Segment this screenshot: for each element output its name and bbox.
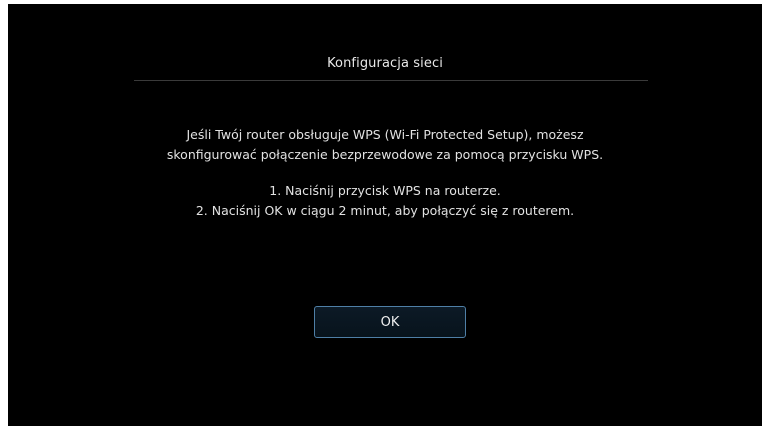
description-line-1: Jeśli Twój router obsługuje WPS (Wi-Fi P… — [186, 127, 584, 142]
description-line-2: skonfigurować połączenie bezprzewodowe z… — [166, 147, 604, 162]
title-divider — [134, 80, 648, 81]
ok-button[interactable]: OK — [314, 306, 466, 338]
instruction-step-2: 2. Naciśnij OK w ciągu 2 minut, aby połą… — [195, 203, 575, 218]
dialog-body: Jeśli Twój router obsługuje WPS (Wi-Fi P… — [8, 125, 762, 221]
instruction-step-1: 1. Naciśnij przycisk WPS na routerze. — [269, 183, 501, 198]
wps-setup-screen: Konfiguracja sieci Jeśli Twój router obs… — [8, 4, 762, 426]
dialog-title: Konfiguracja sieci — [327, 56, 443, 71]
